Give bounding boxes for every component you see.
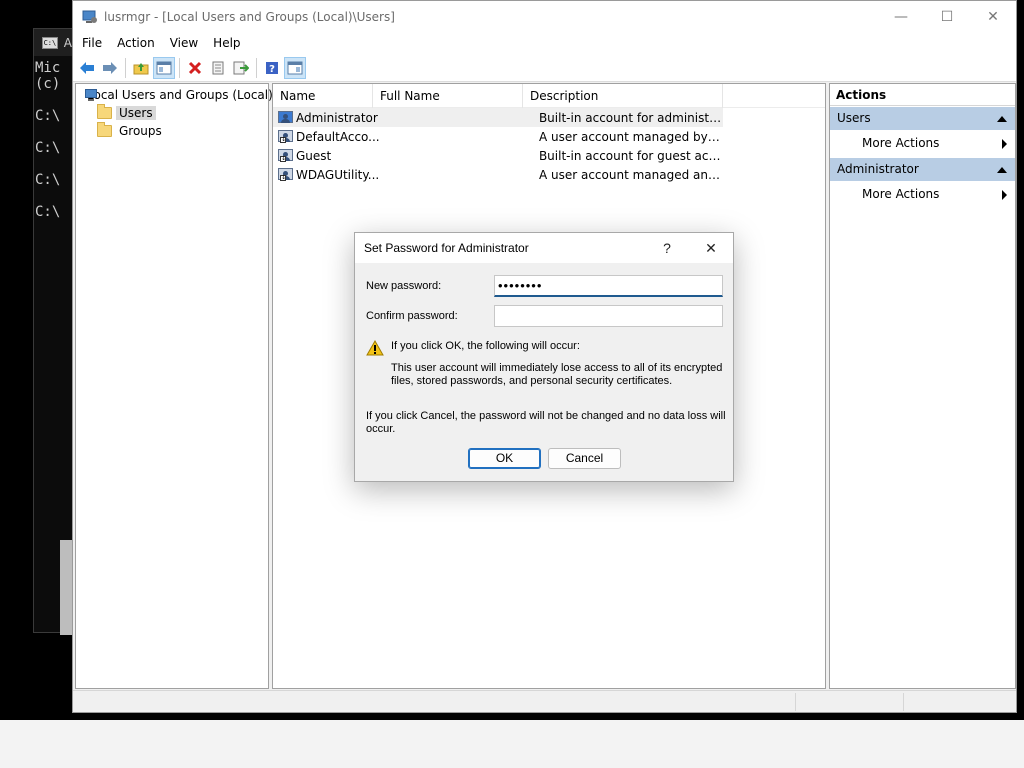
dialog-close-button[interactable]: ✕ — [689, 240, 733, 257]
tree-root[interactable]: Local Users and Groups (Local) — [76, 86, 273, 104]
row-description: A user account managed by the s... — [538, 129, 723, 144]
folder-icon — [97, 122, 112, 137]
status-bar — [73, 690, 1016, 712]
cmd-titlebar: C:\ A — [34, 29, 72, 56]
toolbar-separator — [125, 57, 126, 78]
show-hide-action-pane-icon[interactable] — [284, 56, 306, 79]
actions-section-administrator-label: Administrator — [837, 162, 919, 176]
cancel-note-line2: occur. — [366, 423, 396, 435]
row-description: A user account managed and use... — [538, 167, 723, 182]
list-header: Name Full Name Description — [273, 83, 825, 108]
list-row-guest[interactable]: ↓ Guest Built-in account for guest acces… — [273, 146, 723, 165]
new-password-label: New password: — [366, 280, 442, 292]
window-title: lusrmgr - [Local Users and Groups (Local… — [104, 9, 395, 24]
svg-text:?: ? — [269, 64, 275, 75]
status-segment — [795, 693, 796, 711]
minimize-button[interactable]: — — [878, 1, 924, 32]
confirm-password-row: Confirm password: — [366, 305, 723, 327]
new-password-row: New password: •••••••• — [366, 275, 723, 297]
dialog-title-bar: Set Password for Administrator ? ✕ — [355, 233, 733, 263]
list-row-administrator[interactable]: Administrator Built-in account for admin… — [273, 108, 723, 127]
row-name: DefaultAcco... — [296, 129, 380, 144]
tree-item-groups-label: Groups — [119, 124, 162, 138]
disabled-user-icon: ↓ — [278, 129, 294, 145]
warning-icon — [366, 339, 384, 356]
disabled-user-icon: ↓ — [278, 148, 294, 164]
title-bar: lusrmgr - [Local Users and Groups (Local… — [73, 1, 1016, 32]
show-hide-tree-icon[interactable] — [153, 56, 175, 79]
collapse-icon[interactable] — [997, 167, 1007, 173]
console-tree: Local Users and Groups (Local) Users Gro… — [75, 83, 273, 689]
warning-heading: If you click OK, the following will occu… — [391, 340, 580, 352]
forward-icon[interactable] — [99, 57, 121, 79]
up-folder-icon[interactable] — [130, 57, 152, 79]
close-button[interactable]: ✕ — [970, 1, 1016, 32]
actions-section-users[interactable]: Users — [830, 107, 1015, 130]
action-more-actions-users[interactable]: More Actions — [830, 130, 1015, 157]
tree-root-label: Local Users and Groups (Local) — [87, 88, 273, 102]
cancel-button[interactable]: Cancel — [548, 448, 621, 469]
back-icon[interactable] — [76, 57, 98, 79]
toolbar-separator — [256, 57, 257, 78]
status-segment — [903, 693, 904, 711]
user-icon — [278, 110, 294, 126]
column-header-name[interactable]: Name — [273, 83, 373, 108]
menu-bar: File Action View Help — [73, 32, 1016, 54]
maximize-button[interactable]: ☐ — [924, 1, 970, 32]
menu-view[interactable]: View — [165, 36, 203, 50]
cmd-window-edge — [60, 540, 72, 635]
menu-file[interactable]: File — [77, 36, 107, 50]
cmd-output: Mic (c) C:\ C:\ C:\ C:\ — [35, 60, 61, 220]
set-password-dialog: Set Password for Administrator ? ✕ New p… — [354, 232, 734, 482]
export-list-icon[interactable] — [230, 57, 252, 79]
warning-detail-line1: This user account will immediately lose … — [391, 362, 723, 374]
action-label: More Actions — [862, 187, 940, 201]
tree-item-users[interactable]: Users — [76, 104, 268, 122]
ok-button[interactable]: OK — [468, 448, 541, 469]
disabled-user-icon: ↓ — [278, 167, 294, 183]
folder-icon — [97, 104, 112, 119]
row-name: Administrator — [296, 110, 378, 125]
actions-pane: Actions Users More Actions Administrator… — [829, 83, 1016, 689]
actions-section-administrator[interactable]: Administrator — [830, 158, 1015, 181]
warning-detail-line2: files, stored passwords, and personal se… — [391, 375, 673, 387]
list-row-wdagutility[interactable]: ↓ WDAGUtility... A user account managed … — [273, 165, 723, 184]
dialog-title: Set Password for Administrator — [364, 241, 529, 255]
toolbar: ? — [73, 54, 1016, 82]
tree-item-users-label: Users — [116, 106, 156, 120]
cmd-title: A — [63, 35, 72, 50]
submenu-arrow-icon — [1002, 139, 1007, 149]
new-password-field[interactable]: •••••••• — [494, 275, 723, 297]
confirm-password-label: Confirm password: — [366, 310, 458, 322]
dialog-help-button[interactable]: ? — [645, 240, 689, 256]
cancel-note-line1: If you click Cancel, the password will n… — [366, 410, 726, 422]
action-label: More Actions — [862, 136, 940, 150]
collapse-icon[interactable] — [997, 116, 1007, 122]
tree-item-groups[interactable]: Groups — [76, 122, 268, 140]
row-description: Built-in account for guest access t... — [538, 148, 723, 163]
action-more-actions-administrator[interactable]: More Actions — [830, 181, 1015, 208]
computer-management-icon — [82, 9, 98, 25]
row-name: Guest — [296, 148, 332, 163]
desktop-bottom-bar — [0, 720, 1024, 768]
toolbar-separator — [179, 57, 180, 78]
row-name: WDAGUtility... — [296, 167, 380, 182]
actions-section-users-label: Users — [837, 111, 871, 125]
menu-help[interactable]: Help — [208, 36, 245, 50]
actions-header: Actions — [830, 84, 1015, 106]
column-header-description[interactable]: Description — [523, 83, 723, 108]
properties-icon[interactable] — [207, 57, 229, 79]
row-description: Built-in account for administering... — [538, 110, 723, 125]
column-header-full-name[interactable]: Full Name — [373, 83, 523, 108]
help-icon[interactable]: ? — [261, 57, 283, 79]
delete-icon[interactable] — [184, 57, 206, 79]
menu-action[interactable]: Action — [112, 36, 160, 50]
list-row-defaultaccount[interactable]: ↓ DefaultAcco... A user account managed … — [273, 127, 723, 146]
submenu-arrow-icon — [1002, 190, 1007, 200]
confirm-password-field[interactable] — [494, 305, 723, 327]
cmd-icon: C:\ — [42, 36, 58, 49]
